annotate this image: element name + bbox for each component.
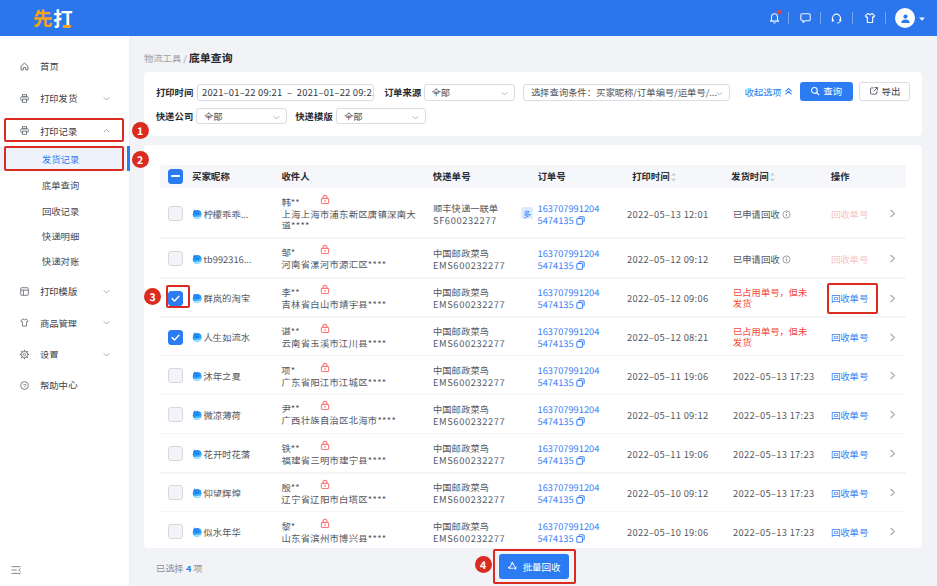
- svg-text:?: ?: [23, 382, 27, 388]
